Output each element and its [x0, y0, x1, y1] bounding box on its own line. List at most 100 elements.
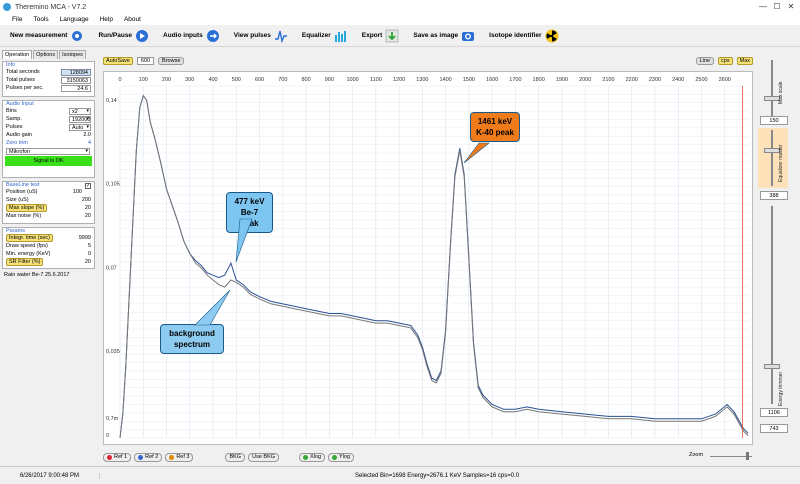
y-tick-label: 0,7m [106, 416, 119, 422]
x-tick-label: 2500 [695, 77, 707, 83]
params-group: Params Integr. time (sec) 9999 Draw speed… [2, 227, 95, 269]
x-tick-label: 2000 [579, 77, 591, 83]
maximize-icon[interactable]: ☐ [770, 0, 784, 13]
save-as-image-button[interactable]: Save as image [413, 29, 475, 43]
equalizer-icon [334, 29, 348, 43]
ref2-label: Ref 2 [145, 454, 159, 460]
be7-callout: 477 keV Be-7 peak [226, 192, 273, 233]
min-energy-value[interactable]: 0 [88, 251, 91, 257]
info-row: Total seconds 128094 [3, 68, 94, 76]
line-button[interactable]: Line [695, 57, 715, 65]
audio-inputs-button[interactable]: Audio inputs [163, 29, 220, 43]
tab-operation[interactable]: Operation [2, 50, 33, 59]
browse-button[interactable]: Browse [158, 57, 185, 65]
bins-select[interactable]: x2 [69, 107, 91, 115]
isotope-identifier-button[interactable]: Isotope identifier [489, 29, 559, 43]
autosave-value[interactable]: 600 [136, 57, 155, 65]
run-pause-button[interactable]: Run/Pause [98, 29, 149, 43]
device-select[interactable]: Mikrofon [6, 147, 90, 155]
draw-speed-value[interactable]: 5 [88, 243, 91, 249]
max-scale-value[interactable]: 150 [760, 116, 788, 125]
signal-status: Signal is OK [5, 156, 92, 166]
audio-gain-row: Audio gain 2.0 [3, 131, 94, 139]
zero-trim-value[interactable]: 4 [88, 140, 91, 146]
info-label: Pulses per sec. [6, 85, 44, 91]
view-pulses-button[interactable]: View pulses [234, 29, 288, 43]
total-pulses-value: 3150063 [61, 76, 91, 84]
pulses-row: Pulses Auto [3, 123, 94, 131]
bins-row: Bins x2 [3, 107, 94, 115]
be7-callout-line2: Be-7 peak [240, 208, 259, 228]
audio-gain-value[interactable]: 2.0 [83, 132, 91, 138]
params-label: Min. energy (KeV) [6, 251, 51, 257]
x-tick-label: 2200 [626, 77, 638, 83]
autosave-button[interactable]: AutoSave [103, 57, 133, 65]
use-bkg-button[interactable]: Use BKG [248, 452, 280, 462]
menu-about[interactable]: About [124, 16, 141, 23]
bkg-button[interactable]: BKG [225, 452, 246, 462]
run-pause-label: Run/Pause [98, 32, 133, 39]
x-tick-label: 1500 [463, 77, 475, 83]
energy-trimmer-value[interactable]: 1106 [760, 408, 788, 417]
baseline-label: Position (uS) [6, 189, 38, 195]
zero-trim-label: Zero trim [6, 140, 28, 146]
position-value[interactable]: 100 [73, 189, 82, 195]
ref2-button[interactable]: Ref 2 [134, 452, 163, 462]
tab-options[interactable]: Options [33, 50, 59, 59]
zoom-value[interactable]: 743 [760, 424, 788, 433]
x-tick-label: 300 [185, 77, 194, 83]
save-as-image-label: Save as image [413, 32, 459, 39]
ylog-button[interactable]: Ylog [328, 452, 355, 462]
k40-callout-line2: K-40 peak [476, 128, 514, 137]
menu-help[interactable]: Help [100, 16, 113, 23]
background-callout: background spectrum [160, 324, 224, 354]
xlog-button[interactable]: Xlog [299, 452, 326, 462]
equalizer-label: Equalizer master [778, 144, 784, 182]
play-pause-icon [135, 29, 149, 43]
ref1-button[interactable]: Ref 1 [103, 452, 132, 462]
spectrum-plot[interactable]: 0 100 200 300 400 500 600 700 800 900 1000 1100 1200… [103, 71, 753, 445]
ref3-button[interactable]: Ref 3 [165, 452, 194, 462]
baseline-checkbox[interactable]: ✓ [85, 183, 91, 189]
sr-filter-button[interactable]: SR Filter (%) [6, 258, 44, 266]
status-info: Selected Bin=1698 Energy=2676.1 KeV Samp… [355, 472, 520, 479]
max-slope-button[interactable]: Max slope (%) [6, 204, 48, 212]
baseline-group: BaseLine test ✓ Position (uS) 100 Size (uS… [2, 181, 95, 224]
title-bar: Theremino MCA - V7.2 — ☐ ✕ [0, 0, 800, 14]
x-tick-label: 1400 [440, 77, 452, 83]
pulses-select[interactable]: Auto [69, 123, 91, 131]
baseline-row: Size (uS) 200 [3, 196, 94, 204]
new-measurement-button[interactable]: New measurement [10, 29, 84, 43]
x-tick-label: 2300 [649, 77, 661, 83]
menu-file[interactable]: File [12, 16, 22, 23]
equalizer-label: Equalizer [301, 32, 331, 39]
sr-filter-value[interactable]: 20 [85, 259, 91, 265]
baseline-label: Max noise (%) [6, 213, 42, 219]
toolbar: New measurement Run/Pause Audio inputs V… [0, 25, 800, 47]
menu-tools[interactable]: Tools [33, 16, 48, 23]
close-icon[interactable]: ✕ [784, 0, 798, 13]
equalizer-button[interactable]: Equalizer [302, 29, 348, 43]
max-noise-value[interactable]: 20 [85, 213, 91, 219]
info-row: Total pulses 3150063 [3, 76, 94, 84]
size-value[interactable]: 200 [82, 197, 91, 203]
max-button[interactable]: Max [736, 57, 753, 65]
sample-title: Rain water Be-7 25.6.2017 [4, 272, 70, 278]
equalizer-value[interactable]: 388 [760, 191, 788, 200]
baseline-row: Max noise (%) 20 [3, 212, 94, 220]
export-button[interactable]: Export [362, 29, 400, 43]
x-tick-label: 400 [208, 77, 217, 83]
export-icon [385, 29, 399, 43]
menu-language[interactable]: Language [60, 16, 89, 23]
samp-select[interactable]: 192000 [69, 115, 91, 123]
max-slope-value[interactable]: 20 [85, 205, 91, 211]
integr-time-value[interactable]: 9999 [79, 235, 91, 241]
integr-time-button[interactable]: Integr. time (sec) [6, 234, 53, 242]
tab-isotopes[interactable]: Isotopes [59, 50, 86, 59]
minimize-icon[interactable]: — [756, 0, 770, 13]
baseline-row: Position (uS) 100 [3, 188, 85, 196]
y-tick-label: 0,14 [106, 98, 117, 104]
x-tick-label: 100 [139, 77, 148, 83]
menu-bar: File Tools Language Help About [0, 14, 800, 25]
cps-button[interactable]: cps [718, 57, 733, 65]
